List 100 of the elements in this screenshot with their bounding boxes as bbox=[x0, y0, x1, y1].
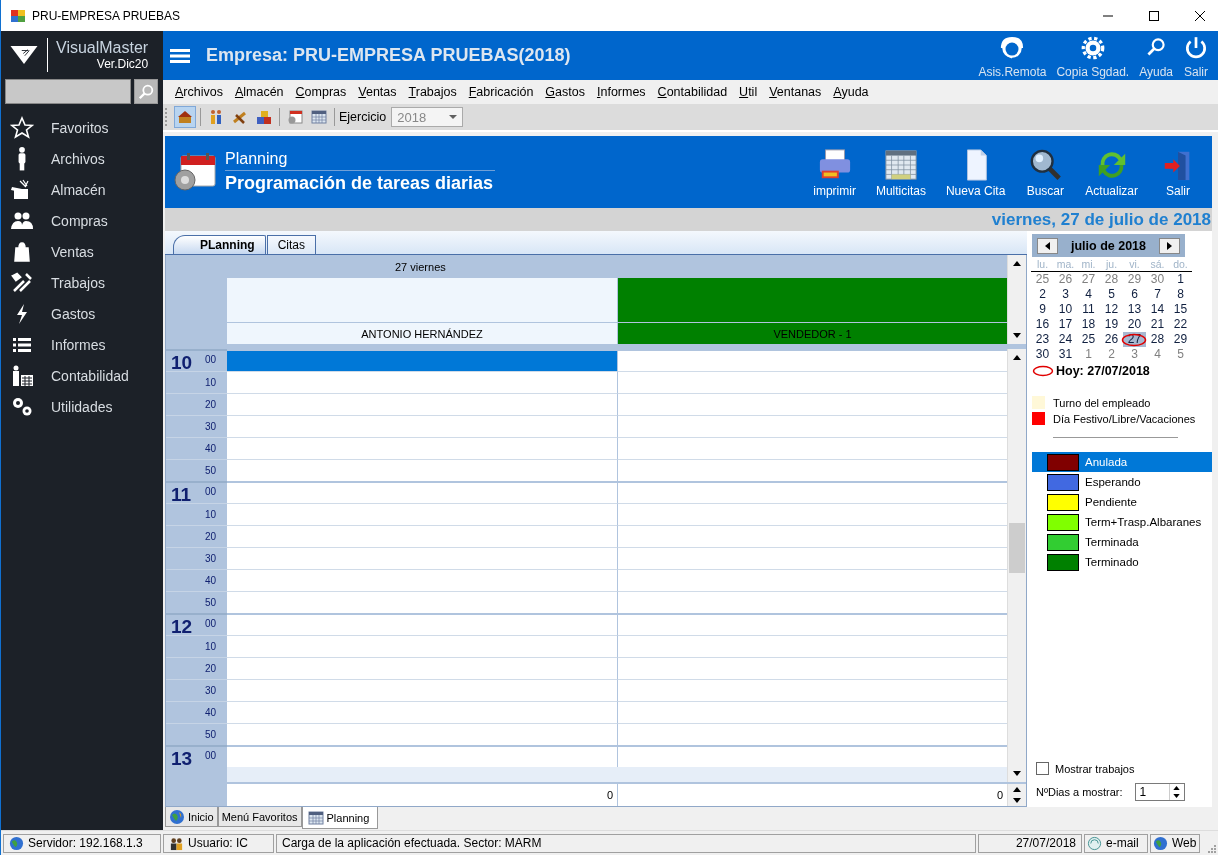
calendar-day[interactable]: 5 bbox=[1100, 287, 1123, 302]
time-slot[interactable] bbox=[227, 679, 617, 701]
time-slot[interactable] bbox=[617, 459, 1007, 481]
menu-item[interactable]: Archivos bbox=[169, 85, 229, 99]
time-slot[interactable] bbox=[227, 547, 617, 569]
calendar-day[interactable]: 11 bbox=[1077, 302, 1100, 317]
calendar-day[interactable]: 16 bbox=[1031, 317, 1054, 332]
spin-up-icon[interactable] bbox=[1173, 786, 1181, 790]
search-button[interactable] bbox=[134, 79, 158, 104]
time-slot[interactable] bbox=[617, 415, 1007, 437]
toolbar-button[interactable]: Multicitas bbox=[871, 148, 930, 198]
calendar-day[interactable]: 12 bbox=[1100, 302, 1123, 317]
toolbar-button[interactable]: imprimir bbox=[809, 148, 860, 198]
calendar-day[interactable]: 29 bbox=[1169, 332, 1192, 347]
calendar-day[interactable]: 15 bbox=[1169, 302, 1192, 317]
time-slot[interactable] bbox=[617, 657, 1007, 679]
spin-control[interactable] bbox=[1007, 784, 1026, 806]
toolbar-button[interactable]: Nueva Cita bbox=[941, 148, 1010, 198]
calendar-day[interactable]: 29 bbox=[1123, 272, 1146, 287]
menu-item[interactable]: Gastos bbox=[539, 85, 591, 99]
time-slot[interactable] bbox=[227, 503, 617, 525]
scroll-up-icon[interactable] bbox=[1013, 355, 1021, 360]
time-slot[interactable] bbox=[617, 547, 1007, 569]
calendar-day[interactable]: 4 bbox=[1146, 347, 1169, 362]
checkbox[interactable] bbox=[1036, 762, 1049, 775]
time-slot[interactable] bbox=[227, 349, 617, 371]
time-slot[interactable] bbox=[227, 415, 617, 437]
calendar-day[interactable]: 22 bbox=[1169, 317, 1192, 332]
header-action-button[interactable]: Salir bbox=[1180, 35, 1212, 79]
next-month-button[interactable] bbox=[1159, 237, 1180, 254]
calendar-day[interactable]: 18 bbox=[1077, 317, 1100, 332]
calendar-day[interactable]: 30 bbox=[1031, 347, 1054, 362]
sidebar-item[interactable]: Favoritos bbox=[1, 112, 163, 143]
days-spin-field[interactable]: 1 bbox=[1134, 783, 1185, 801]
window-tab[interactable]: Planning bbox=[301, 807, 379, 829]
calendar-day[interactable]: 24 bbox=[1054, 332, 1077, 347]
calendar-day[interactable]: 28 bbox=[1100, 272, 1123, 287]
menu-item[interactable]: Ayuda bbox=[827, 85, 875, 99]
scrollbar[interactable] bbox=[1007, 255, 1026, 344]
calendar-day[interactable]: 19 bbox=[1100, 317, 1123, 332]
calendar-day[interactable]: 25 bbox=[1031, 272, 1054, 287]
time-slot[interactable] bbox=[617, 481, 1007, 503]
time-slot[interactable] bbox=[227, 635, 617, 657]
menu-item[interactable]: Fabricación bbox=[462, 85, 540, 99]
previous-month-button[interactable] bbox=[1037, 237, 1058, 254]
tab[interactable]: Citas bbox=[266, 235, 316, 254]
toolbar-button[interactable] bbox=[174, 106, 196, 128]
search-field[interactable] bbox=[5, 79, 131, 104]
time-slot[interactable] bbox=[617, 613, 1007, 635]
calendar-day[interactable]: 9 bbox=[1031, 302, 1054, 317]
sidebar-item[interactable]: Contabilidad bbox=[1, 360, 163, 391]
calendar-day[interactable]: 8 bbox=[1169, 287, 1192, 302]
calendar-day[interactable]: 5 bbox=[1169, 347, 1192, 362]
sidebar-item[interactable]: Trabajos bbox=[1, 267, 163, 298]
close-icon[interactable] bbox=[1194, 9, 1206, 22]
calendar-day[interactable]: 21 bbox=[1146, 317, 1169, 332]
window-tab[interactable]: Inicio bbox=[165, 807, 218, 827]
sidebar-item[interactable]: Almacén bbox=[1, 174, 163, 205]
menu-icon[interactable] bbox=[170, 47, 190, 64]
menu-item[interactable]: Ventanas bbox=[763, 85, 828, 99]
calendar-day[interactable]: 3 bbox=[1123, 347, 1146, 362]
header-action-button[interactable]: Asis.Remota bbox=[975, 35, 1050, 79]
scroll-down-icon[interactable] bbox=[1013, 771, 1021, 776]
time-slot[interactable] bbox=[617, 393, 1007, 415]
scroll-down-icon[interactable] bbox=[1013, 333, 1021, 338]
menu-item[interactable]: Almacén bbox=[228, 85, 290, 99]
calendar-day[interactable]: 23 bbox=[1031, 332, 1054, 347]
scrollbar[interactable] bbox=[1007, 349, 1026, 782]
calendar-day[interactable]: 7 bbox=[1146, 287, 1169, 302]
menu-item[interactable]: Informes bbox=[590, 85, 652, 99]
scroll-up-icon[interactable] bbox=[1013, 261, 1021, 266]
time-slot[interactable] bbox=[227, 613, 617, 635]
menu-item[interactable]: Trabajos bbox=[402, 85, 463, 99]
calendar-day[interactable]: 14 bbox=[1146, 302, 1169, 317]
sidebar-item[interactable]: Gastos bbox=[1, 298, 163, 329]
calendar-day[interactable]: 10 bbox=[1054, 302, 1077, 317]
time-slot[interactable] bbox=[227, 459, 617, 481]
time-slot[interactable] bbox=[227, 481, 617, 503]
time-slot[interactable] bbox=[617, 701, 1007, 723]
calendar-day[interactable]: 31 bbox=[1054, 347, 1077, 362]
status-item[interactable]: Terminada bbox=[1032, 532, 1212, 552]
time-slot[interactable] bbox=[227, 723, 617, 745]
time-slot[interactable] bbox=[227, 745, 617, 767]
toolbar-button[interactable]: Buscar bbox=[1021, 148, 1070, 198]
menu-item[interactable]: Contabilidad bbox=[651, 85, 734, 99]
calendar-day[interactable]: 26 bbox=[1100, 332, 1123, 347]
time-slot[interactable] bbox=[617, 723, 1007, 745]
calendar-day[interactable]: 26 bbox=[1054, 272, 1077, 287]
tab[interactable]: PLanning bbox=[173, 235, 266, 254]
calendar-day[interactable]: 27 bbox=[1077, 272, 1100, 287]
calendar-day[interactable]: 20 bbox=[1123, 317, 1146, 332]
calendar-day[interactable]: 6 bbox=[1123, 287, 1146, 302]
time-slot[interactable] bbox=[617, 437, 1007, 459]
scroll-down-icon[interactable] bbox=[1013, 798, 1021, 803]
scroll-thumb[interactable] bbox=[1009, 523, 1025, 573]
resize-grip-icon[interactable] bbox=[1206, 843, 1216, 853]
time-slot[interactable] bbox=[617, 635, 1007, 657]
status-item[interactable]: Anulada bbox=[1032, 452, 1212, 472]
calendar-day[interactable]: 17 bbox=[1054, 317, 1077, 332]
sidebar-item[interactable]: Informes bbox=[1, 329, 163, 360]
